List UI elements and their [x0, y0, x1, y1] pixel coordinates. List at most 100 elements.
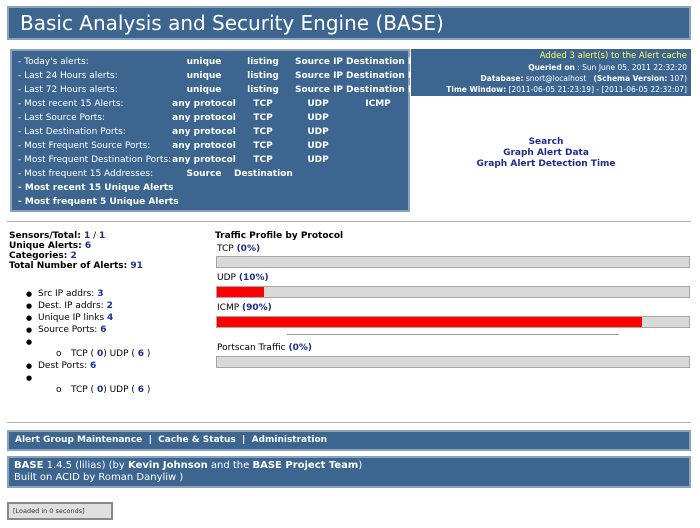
last-dport-tcp-link[interactable]: TCP	[248, 125, 278, 139]
page-banner: Basic Analysis and Security Engine (BASE…	[7, 6, 691, 40]
72h-unique-link[interactable]: unique	[179, 83, 229, 97]
today-destination-ip-link[interactable]: Destination IP	[346, 55, 418, 69]
freq-dport-udp-link[interactable]: UDP	[302, 153, 334, 167]
portscan-bar-label: Portscan Traffic (0%)	[217, 343, 312, 353]
last-sport-any-link[interactable]: any protocol	[172, 111, 236, 125]
last-dport-udp-link[interactable]: UDP	[302, 125, 334, 139]
categories: Categories: 2	[9, 251, 77, 261]
udp-profile-link[interactable]: (10%)	[239, 273, 269, 283]
unique-alerts-link[interactable]: 6	[85, 241, 91, 251]
sensors-total: Sensors/Total: 1 / 1	[9, 231, 106, 241]
menu-row-freq-dest-ports: - Most Frequent Destination Ports: any p…	[12, 153, 412, 167]
portscan-profile-link[interactable]: (0%)	[288, 343, 312, 353]
24h-source-ip-link[interactable]: Source IP	[292, 69, 346, 83]
total-alerts-link[interactable]: 91	[130, 261, 143, 271]
graph-alert-time-link[interactable]: Graph Alert Detection Time	[420, 159, 672, 170]
alert-summary: Sensors/Total: 1 / 1 Unique Alerts: 6 Ca…	[9, 231, 143, 271]
queried-on: Queried on : Sun June 05, 2011 22:32:20	[528, 63, 687, 72]
24h-listing-link[interactable]: listing	[242, 69, 284, 83]
dest-ports-item: Dest Ports: 6	[26, 360, 150, 372]
cache-status-link[interactable]: Cache & Status	[158, 435, 236, 445]
source-ports-item: Source Ports: 6	[26, 324, 150, 336]
menu-row-24h: - Last 24 Hours alerts: unique listing S…	[18, 69, 418, 83]
source-ports-link[interactable]: 6	[100, 325, 106, 335]
recent-unique-alerts-link[interactable]: - Most recent 15 Unique Alerts	[18, 181, 173, 195]
24h-unique-link[interactable]: unique	[179, 69, 229, 83]
72h-source-ip-link[interactable]: Source IP	[292, 83, 346, 97]
ip-links-link[interactable]: 4	[107, 313, 113, 323]
source-udp-link[interactable]: 6	[138, 349, 144, 359]
freq-unique-alerts-link[interactable]: - Most frequent 5 Unique Alerts	[18, 195, 179, 209]
freq-sport-udp-link[interactable]: UDP	[302, 139, 334, 153]
recent-alerts-icmp-link[interactable]: ICMP	[360, 97, 396, 111]
today-source-ip-link[interactable]: Source IP	[292, 55, 346, 69]
source-ports-sub-item	[26, 336, 150, 348]
dest-udp-link[interactable]: 6	[138, 385, 144, 395]
alert-menu-panel: - Today's alerts: unique listing Source …	[10, 49, 418, 212]
24h-destination-ip-link[interactable]: Destination IP	[346, 69, 418, 83]
built-on-line: Built on ACID by Roman Danyliw )	[14, 472, 184, 483]
cache-added-message: Added 3 alert(s) to the Alert cache	[539, 51, 687, 61]
freq-sport-tcp-link[interactable]: TCP	[248, 139, 278, 153]
menu-row-recent-alerts: - Most recent 15 Alerts: any protocol TC…	[12, 97, 412, 111]
credits-panel: BASE 1.4.5 (lilias) (by Kevin Johnson an…	[7, 456, 691, 488]
recent-alerts-tcp-link[interactable]: TCP	[248, 97, 278, 111]
72h-destination-ip-link[interactable]: Destination IP	[346, 83, 418, 97]
menu-row-today: - Today's alerts: unique listing Source …	[18, 55, 418, 69]
divider-top	[7, 221, 691, 222]
graph-alert-data-link[interactable]: Graph Alert Data	[420, 148, 672, 159]
dest-ports-breakdown: TCP ( 0) UDP ( 6 )	[26, 384, 150, 396]
categories-link[interactable]: 2	[70, 251, 76, 261]
udp-bar-label: UDP (10%)	[217, 273, 269, 283]
icmp-bar-label: ICMP (90%)	[217, 303, 272, 313]
freq-dport-any-link[interactable]: any protocol	[172, 153, 236, 167]
source-ports-breakdown: TCP ( 0) UDP ( 6 )	[26, 348, 150, 360]
search-link[interactable]: Search	[420, 137, 672, 148]
last-sport-tcp-link[interactable]: TCP	[248, 111, 278, 125]
today-unique-link[interactable]: unique	[179, 55, 229, 69]
icmp-bar-fill	[217, 317, 642, 327]
dest-ports-sub-item	[26, 372, 150, 384]
udp-bar	[216, 286, 690, 298]
cache-info-panel: Added 3 alert(s) to the Alert cache Quer…	[411, 49, 691, 96]
src-ip-link[interactable]: 3	[97, 289, 103, 299]
dst-ip-link[interactable]: 2	[107, 301, 113, 311]
72h-listing-link[interactable]: listing	[242, 83, 284, 97]
icmp-profile-link[interactable]: (90%)	[242, 303, 272, 313]
src-ip-item: Src IP addrs: 3	[26, 288, 150, 300]
tcp-bar	[216, 256, 690, 268]
menu-row-freq-addresses: - Most frequent 15 Addresses: Source Des…	[18, 167, 293, 181]
tcp-bar-label: TCP (0%)	[217, 244, 261, 254]
database-info: Database: snort@localhost (Schema Versio…	[480, 74, 687, 83]
tcp-profile-link[interactable]: (0%)	[237, 244, 261, 254]
profile-divider	[287, 334, 619, 335]
administration-link[interactable]: Administration	[252, 435, 328, 445]
recent-alerts-any-link[interactable]: any protocol	[172, 97, 236, 111]
menu-row-freq-source-ports: - Most Frequent Source Ports: any protoc…	[12, 139, 412, 153]
total-alerts: Total Number of Alerts: 91	[9, 261, 143, 271]
udp-bar-fill	[217, 287, 265, 297]
freq-sport-any-link[interactable]: any protocol	[172, 139, 236, 153]
menu-row-72h: - Last 72 Hours alerts: unique listing S…	[18, 83, 418, 97]
today-listing-link[interactable]: listing	[242, 55, 284, 69]
recent-alerts-udp-link[interactable]: UDP	[302, 97, 334, 111]
page-title: Basic Analysis and Security Engine (BASE…	[20, 11, 444, 35]
traffic-profile-title: Traffic Profile by Protocol	[215, 231, 344, 241]
dest-ports-link[interactable]: 6	[90, 361, 96, 371]
footer-nav: Alert Group Maintenance | Cache & Status…	[7, 430, 691, 451]
sensors-total-link[interactable]: 1	[99, 231, 105, 241]
alert-group-maintenance-link[interactable]: Alert Group Maintenance	[15, 435, 142, 445]
ip-links-item: Unique IP links 4	[26, 312, 150, 324]
load-time: [Loaded in 0 seconds]	[7, 502, 113, 520]
portscan-bar	[216, 356, 690, 368]
search-links: Search Graph Alert Data Graph Alert Dete…	[420, 137, 672, 170]
freq-dport-tcp-link[interactable]: TCP	[248, 153, 278, 167]
credits-line: BASE 1.4.5 (lilias) (by Kevin Johnson an…	[14, 460, 363, 471]
last-dport-any-link[interactable]: any protocol	[172, 125, 236, 139]
menu-row-last-dest-ports: - Last Destination Ports: any protocol T…	[12, 125, 412, 139]
ip-port-list: Src IP addrs: 3 Dest. IP addrs: 2 Unique…	[26, 288, 150, 396]
menu-row-last-source-ports: - Last Source Ports: any protocol TCP UD…	[12, 111, 412, 125]
last-sport-udp-link[interactable]: UDP	[302, 111, 334, 125]
freq-addr-destination-link[interactable]: Destination	[234, 167, 293, 181]
freq-addr-source-link[interactable]: Source	[184, 167, 224, 181]
